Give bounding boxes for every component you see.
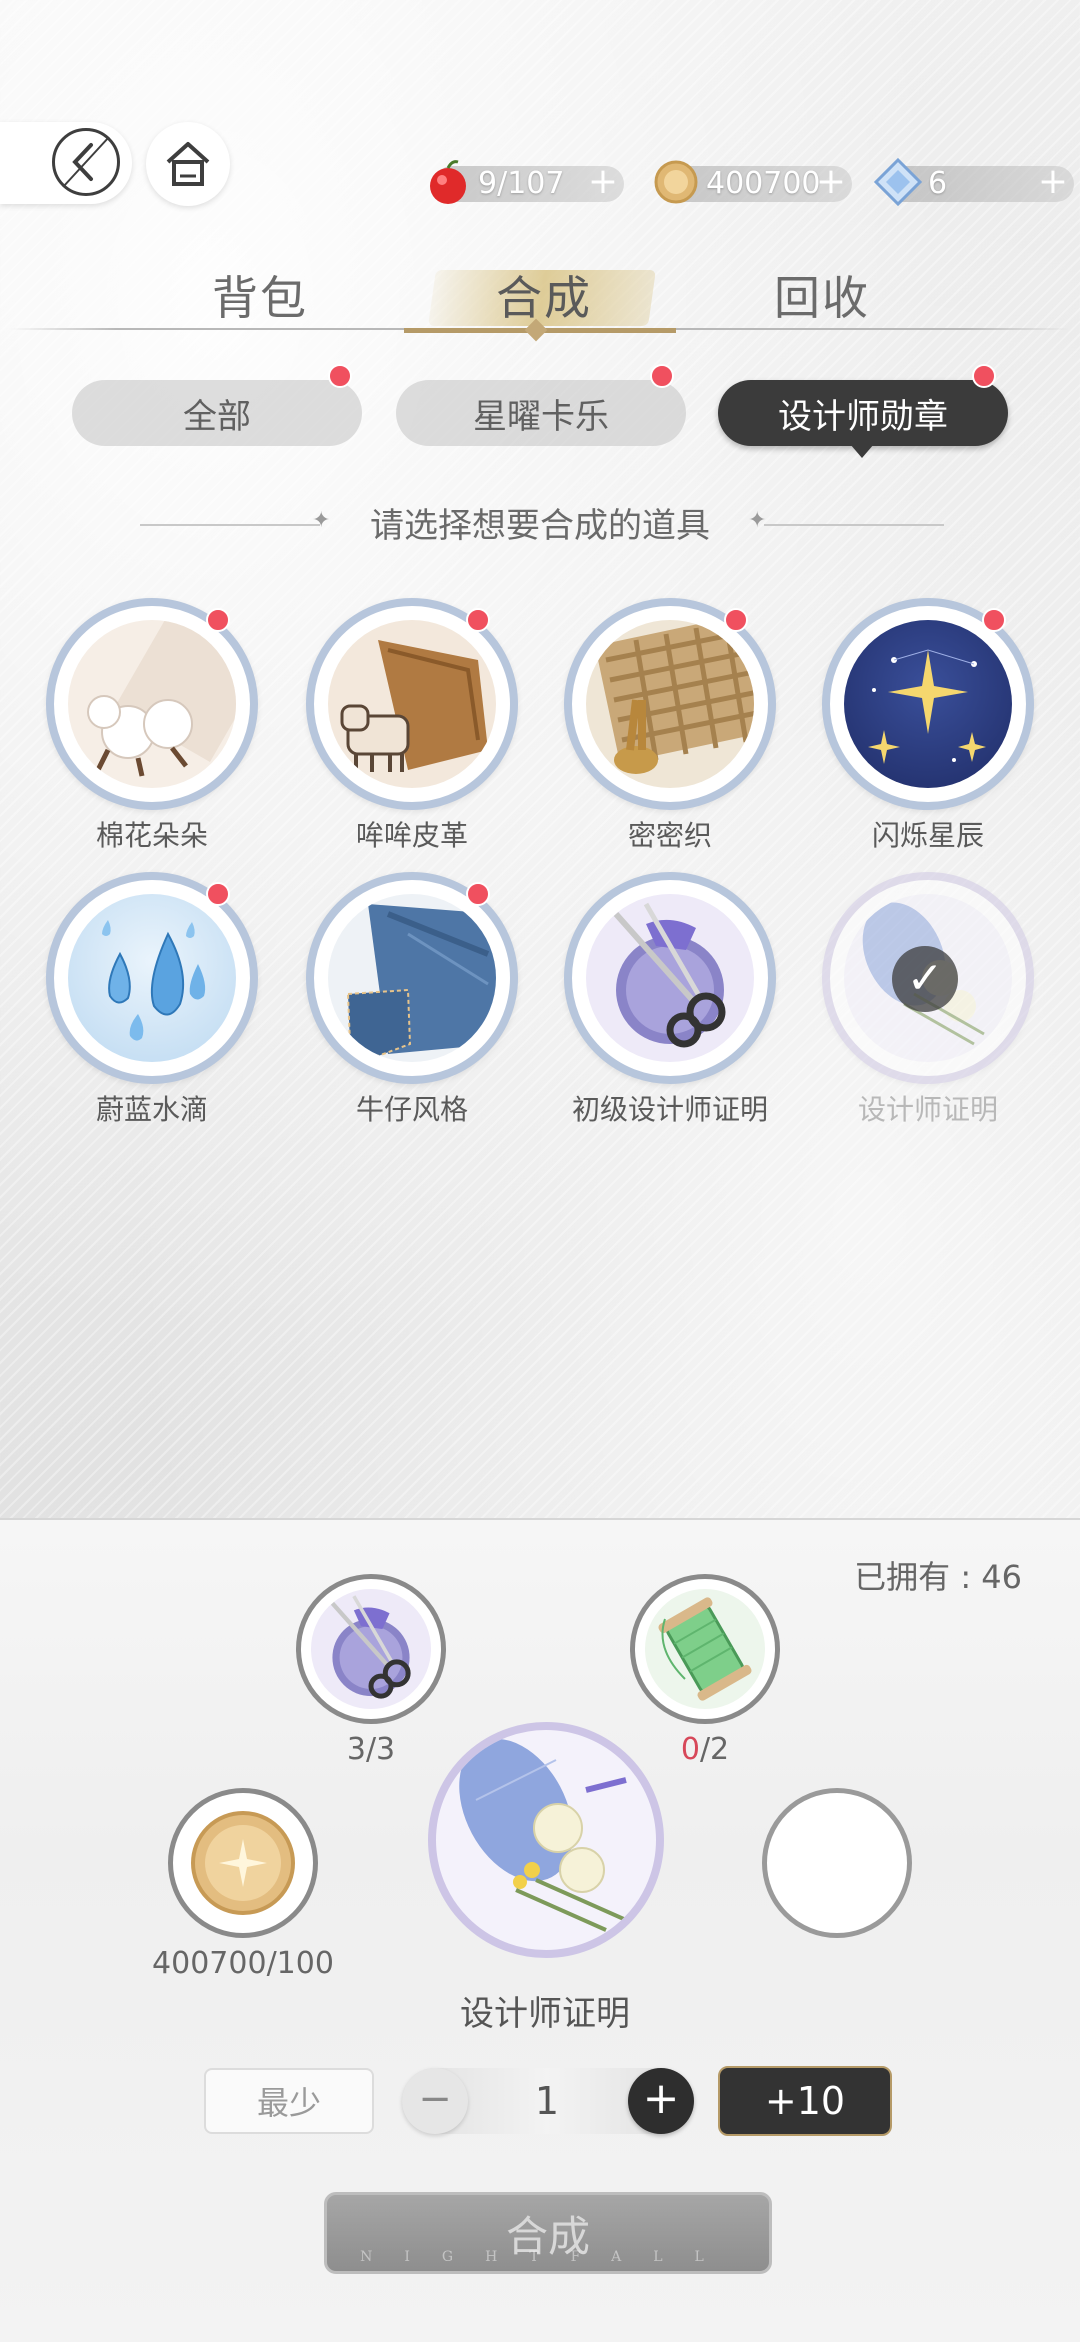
back-button[interactable] [0, 122, 132, 204]
resource-diamond: 6 + [873, 157, 1074, 207]
subtab-all-badge [328, 364, 352, 388]
item-weave[interactable]: 密密织 [560, 598, 780, 858]
apple-icon [430, 160, 466, 204]
material-thread-spool[interactable] [630, 1574, 780, 1724]
item-junior-designer-cert-frame [564, 872, 776, 1084]
tab-combine[interactable]: 合成 [496, 262, 592, 328]
prompt-line-right [764, 524, 944, 526]
owned-count: 已拥有 : 46 [854, 1558, 1022, 1596]
item-junior-designer-cert[interactable]: 初级设计师证明 [560, 872, 780, 1132]
coin-icon [654, 160, 698, 204]
apple-count: 9/107 [478, 166, 565, 201]
material-empty-slot[interactable] [762, 1788, 912, 1938]
quantity-value: 1 [534, 2079, 560, 2123]
item-denim[interactable]: 牛仔风格 [302, 872, 522, 1132]
material-coin-need: /100 [266, 1946, 334, 1981]
item-leather-badge [466, 608, 490, 632]
weave-icon [595, 620, 754, 774]
combine-button-watermark: NIGHTFALL [360, 2249, 736, 2265]
coin-add-button[interactable]: + [816, 164, 846, 200]
resource-apple: 9/107 + [430, 160, 624, 204]
material-coin-count: 400700/100 [143, 1946, 343, 1981]
item-cotton-label: 棉花朵朵 [95, 819, 208, 852]
apple-add-button[interactable]: + [588, 164, 618, 200]
material-coin[interactable] [168, 1788, 318, 1938]
prompt-star-right-icon: ✦ [748, 508, 767, 533]
material-scissors-badge-need: /3 [365, 1732, 396, 1767]
designer-badge-icon [459, 1738, 627, 1932]
tab-recycle[interactable]: 回收 [774, 262, 870, 328]
item-stars-label: 闪烁星辰 [871, 819, 984, 852]
item-cotton[interactable]: 棉花朵朵 [42, 598, 262, 858]
item-leather-frame [306, 598, 518, 810]
item-waterdrop[interactable]: 蔚蓝水滴 [42, 872, 262, 1132]
decrease-button[interactable]: − [402, 2068, 468, 2134]
item-weave-frame [564, 598, 776, 810]
waterdrop-icon [102, 920, 206, 1041]
item-waterdrop-frame [46, 872, 258, 1084]
item-junior-designer-cert-label: 初级设计师证明 [571, 1093, 768, 1126]
diamond-add-button[interactable]: + [1038, 164, 1068, 200]
diamond-count: 6 [928, 166, 948, 201]
material-coin-have: 400700 [152, 1946, 267, 1981]
result-item[interactable] [428, 1722, 664, 1958]
item-leather[interactable]: 哞哞皮革 [302, 598, 522, 858]
item-denim-badge [466, 882, 490, 906]
item-designer-cert-label: 设计师证明 [857, 1093, 998, 1126]
item-cotton-frame [46, 598, 258, 810]
material-scissors-badge-have: 3 [346, 1732, 366, 1767]
item-weave-label: 密密织 [627, 819, 712, 852]
item-cotton-badge [206, 608, 230, 632]
back-icon [52, 128, 120, 196]
diamond-icon [873, 157, 923, 207]
scissors-badge-icon [613, 902, 726, 1048]
item-weave-badge [724, 608, 748, 632]
item-denim-frame [306, 872, 518, 1084]
subtab-star-cards-badge [650, 364, 674, 388]
item-leather-label: 哞哞皮革 [355, 819, 468, 852]
combine-button[interactable]: 合成 NIGHTFALL [324, 2192, 772, 2274]
thread-spool-icon [658, 1597, 752, 1701]
resource-coin: 400700 + [654, 160, 852, 204]
item-stars-frame [822, 598, 1034, 810]
home-icon [166, 142, 210, 186]
item-designer-cert[interactable]: ✓ 设计师证明 [818, 872, 1038, 1132]
material-thread-spool-have: 0 [680, 1732, 700, 1767]
result-item-name: 设计师证明 [460, 1994, 630, 2034]
subtab-star-cards[interactable]: 星曜卡乐 [396, 380, 686, 446]
subtab-designer-medal[interactable]: 设计师勋章 [718, 380, 1008, 446]
item-denim-label: 牛仔风格 [355, 1093, 468, 1126]
item-waterdrop-label: 蔚蓝水滴 [95, 1093, 208, 1126]
item-stars-badge [982, 608, 1006, 632]
subtab-all[interactable]: 全部 [72, 380, 362, 446]
item-waterdrop-badge [206, 882, 230, 906]
material-scissors-badge[interactable] [296, 1574, 446, 1724]
material-thread-spool-need: /2 [699, 1732, 730, 1767]
home-button[interactable] [146, 122, 230, 206]
quantity-stepper: − 1 + [402, 2068, 694, 2134]
increase-button[interactable]: + [628, 2068, 694, 2134]
scissors-badge-icon [330, 1595, 411, 1699]
plus-ten-button[interactable]: +10 [718, 2066, 892, 2136]
cotton-icon [87, 620, 236, 777]
coin-icon [191, 1811, 295, 1915]
subtab-designer-medal-badge [972, 364, 996, 388]
selection-prompt: 请选择想要合成的道具 [370, 506, 710, 546]
min-quantity-button[interactable]: 最少 [204, 2068, 374, 2134]
item-stars[interactable]: 闪烁星辰 [818, 598, 1038, 858]
selected-check-icon: ✓ [892, 946, 958, 1012]
tab-backpack[interactable]: 背包 [212, 262, 308, 328]
active-subtab-pointer [850, 444, 874, 458]
leather-icon [340, 640, 488, 772]
coin-count: 400700 [706, 166, 821, 201]
stars-icon [868, 649, 986, 764]
denim-icon [346, 904, 496, 1058]
